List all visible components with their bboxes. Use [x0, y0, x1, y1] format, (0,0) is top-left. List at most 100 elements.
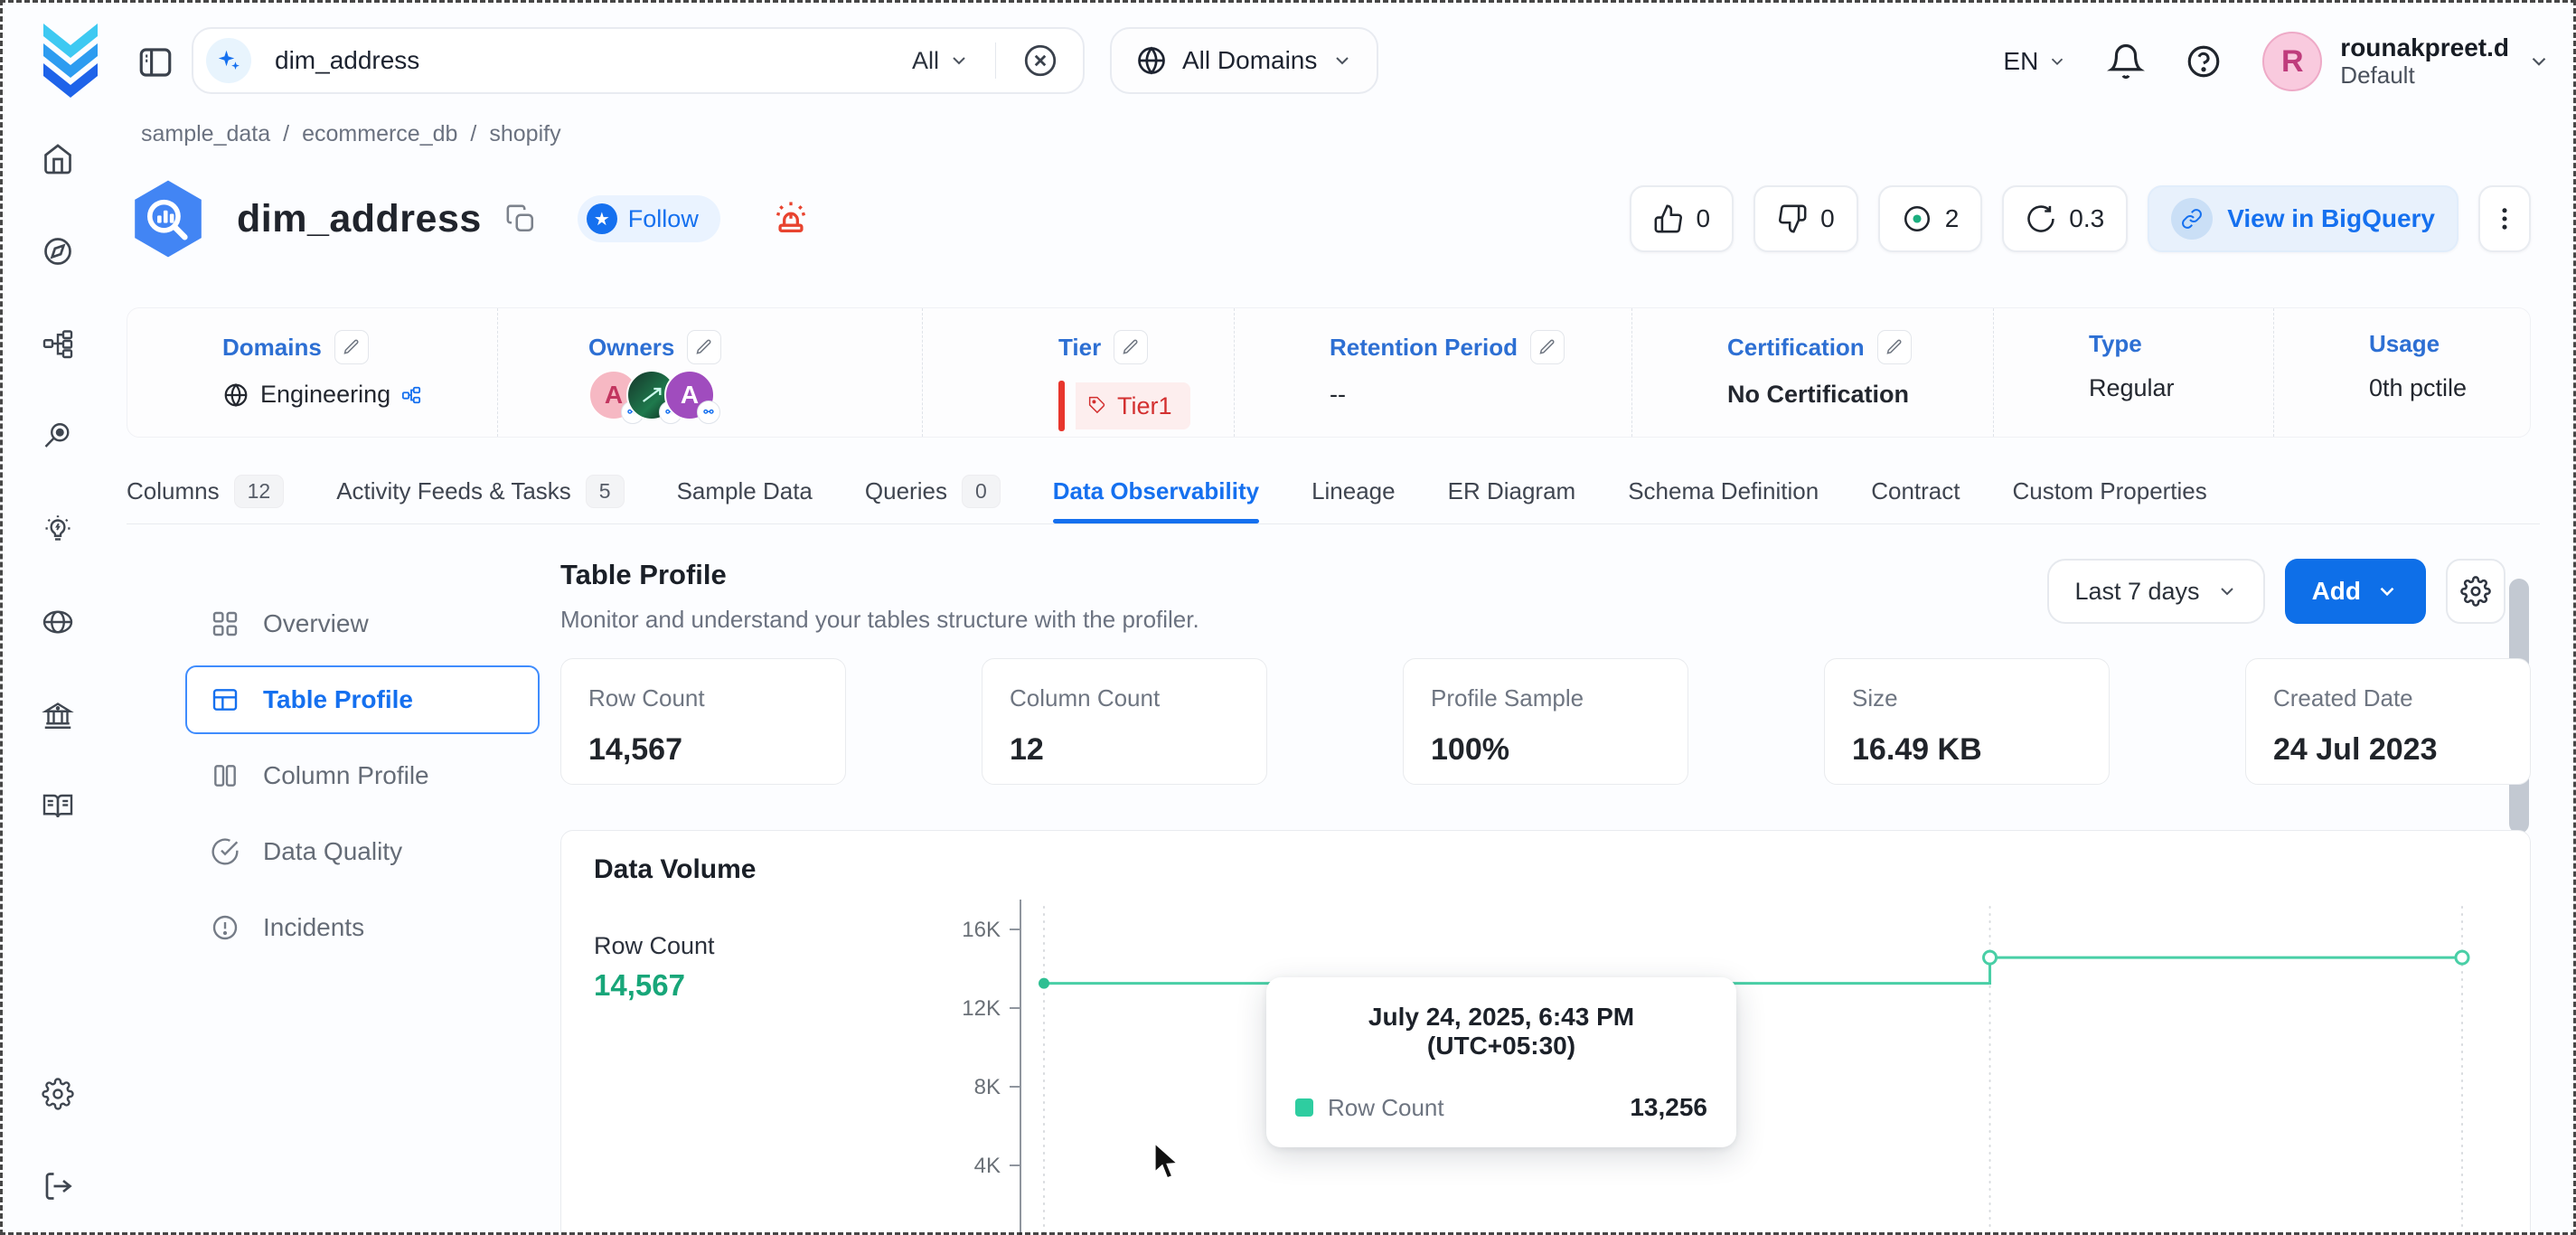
- language-label: EN: [2003, 47, 2038, 76]
- tab-data-observability[interactable]: Data Observability: [1053, 459, 1259, 523]
- certification-label: Certification: [1727, 334, 1865, 362]
- edit-retention-button[interactable]: [1530, 330, 1565, 364]
- svg-text:12K: 12K: [962, 996, 1001, 1021]
- tab-custom-properties[interactable]: Custom Properties: [2012, 459, 2206, 523]
- entity-metadata-strip: Domains Engineering Owners A⚯ ⚯ A⚯ Tier: [127, 307, 2531, 438]
- user-menu[interactable]: R rounakpreet.d Default: [2262, 32, 2551, 91]
- breadcrumb-database[interactable]: ecommerce_db: [302, 121, 457, 147]
- subnav-label: Data Quality: [263, 837, 402, 866]
- score-button[interactable]: 2: [1878, 185, 1983, 252]
- notifications-bell-icon[interactable]: [2107, 42, 2145, 80]
- chevron-down-icon: [2375, 580, 2399, 603]
- lineage-flow-icon[interactable]: [31, 316, 85, 371]
- profiler-settings-gear-icon[interactable]: [2446, 559, 2505, 624]
- tier-label: Tier: [1058, 334, 1101, 362]
- stat-value: 12: [1010, 732, 1239, 768]
- search-input[interactable]: dim_address: [275, 46, 912, 75]
- retention-label: Retention Period: [1330, 334, 1518, 362]
- svg-text:16K: 16K: [962, 918, 1001, 942]
- tooltip-series-label: Row Count: [1328, 1094, 1615, 1122]
- pencil-icon: [1122, 338, 1140, 356]
- logout-icon[interactable]: [31, 1159, 85, 1213]
- breadcrumb-schema[interactable]: shopify: [489, 121, 560, 147]
- tab-schema-definition[interactable]: Schema Definition: [1628, 459, 1819, 523]
- alert-circle-icon: [211, 913, 240, 942]
- date-range-dropdown[interactable]: Last 7 days: [2047, 559, 2264, 624]
- tier-chip[interactable]: Tier1: [1076, 382, 1190, 429]
- domain-value[interactable]: Engineering: [260, 381, 390, 409]
- more-options-kebab-icon[interactable]: [2478, 185, 2531, 252]
- chevron-down-icon: [948, 50, 970, 71]
- follow-button[interactable]: ★ Follow: [578, 195, 720, 242]
- tab-activity-feeds[interactable]: Activity Feeds & Tasks5: [336, 459, 624, 523]
- alert-siren-icon[interactable]: [771, 197, 811, 241]
- meta-certification: Certification No Certification: [1632, 308, 1994, 437]
- breadcrumb-separator: /: [470, 121, 476, 147]
- tab-label: Columns: [127, 477, 220, 505]
- breadcrumb-service[interactable]: sample_data: [141, 121, 270, 147]
- search-scope-dropdown[interactable]: All: [912, 47, 970, 75]
- tab-contract[interactable]: Contract: [1871, 459, 1960, 523]
- home-icon[interactable]: [31, 132, 85, 186]
- view-in-bigquery-button[interactable]: View in BigQuery: [2148, 185, 2458, 252]
- all-domains-button[interactable]: All Domains: [1110, 27, 1378, 94]
- version-button[interactable]: 0.3: [2002, 185, 2128, 252]
- subnav-incidents[interactable]: Incidents: [185, 893, 540, 962]
- subnav-label: Overview: [263, 609, 369, 638]
- row-count-line-chart[interactable]: 16K12K8K4K: [959, 894, 2523, 1235]
- subnav-label: Incidents: [263, 913, 364, 942]
- tab-er-diagram[interactable]: ER Diagram: [1448, 459, 1576, 523]
- insights-bulb-icon[interactable]: [31, 503, 85, 557]
- search-clear-icon[interactable]: [1021, 42, 1059, 80]
- user-team: Default: [2340, 62, 2509, 90]
- observability-search-icon[interactable]: [31, 409, 85, 463]
- user-avatar: R: [2262, 32, 2322, 91]
- grid-icon: [211, 609, 240, 638]
- language-dropdown[interactable]: EN: [2003, 47, 2067, 76]
- global-search-bar[interactable]: dim_address All: [192, 27, 1085, 94]
- owner-avatar[interactable]: A⚯: [664, 370, 715, 420]
- copy-icon[interactable]: [505, 203, 536, 234]
- certification-value: No Certification: [1727, 381, 1993, 409]
- tab-count-badge: 5: [586, 475, 625, 508]
- tab-sample-data[interactable]: Sample Data: [677, 459, 813, 523]
- stat-card-created-date: Created Date 24 Jul 2023: [2245, 658, 2531, 785]
- bigquery-icon: [127, 177, 210, 260]
- explore-compass-icon[interactable]: [31, 224, 85, 278]
- stat-value: 14,567: [588, 732, 818, 768]
- help-icon[interactable]: [2185, 42, 2223, 80]
- edit-domains-button[interactable]: [334, 330, 369, 364]
- domains-globe-icon[interactable]: [31, 595, 85, 649]
- edit-owners-button[interactable]: [687, 330, 721, 364]
- sidebar-toggle-icon[interactable]: [136, 43, 175, 83]
- subnav-data-quality[interactable]: Data Quality: [185, 817, 540, 886]
- stat-card-row-count: Row Count 14,567: [560, 658, 846, 785]
- tab-lineage[interactable]: Lineage: [1312, 459, 1396, 523]
- stat-label: Profile Sample: [1431, 684, 1660, 712]
- glossary-book-icon[interactable]: [31, 779, 85, 834]
- edit-tier-button[interactable]: [1114, 330, 1148, 364]
- collate-logo[interactable]: [33, 22, 108, 101]
- upvote-count: 0: [1697, 204, 1711, 233]
- meta-tier: Tier Tier1: [923, 308, 1235, 437]
- subnav-column-profile[interactable]: Column Profile: [185, 741, 540, 810]
- subnav-overview[interactable]: Overview: [185, 589, 540, 658]
- tab-queries[interactable]: Queries0: [865, 459, 1001, 523]
- profiler-subnav: Overview Table Profile Column Profile Da…: [185, 589, 540, 969]
- meta-owners: Owners A⚯ ⚯ A⚯: [498, 308, 923, 437]
- governance-bank-icon[interactable]: [31, 689, 85, 743]
- follow-label: Follow: [628, 205, 699, 233]
- score-count: 2: [1945, 204, 1960, 233]
- add-button[interactable]: Add: [2285, 559, 2426, 624]
- globe-icon: [1135, 44, 1168, 77]
- tab-columns[interactable]: Columns12: [127, 459, 284, 523]
- stat-card-column-count: Column Count 12: [982, 658, 1267, 785]
- subnav-table-profile[interactable]: Table Profile: [185, 665, 540, 734]
- downvote-button[interactable]: 0: [1753, 185, 1858, 252]
- owner-badge-icon: ⚯: [697, 401, 720, 424]
- subnav-label: Column Profile: [263, 761, 429, 790]
- settings-gear-icon[interactable]: [31, 1067, 85, 1121]
- upvote-button[interactable]: 0: [1630, 185, 1735, 252]
- edit-certification-button[interactable]: [1877, 330, 1912, 364]
- pencil-icon: [1885, 338, 1904, 356]
